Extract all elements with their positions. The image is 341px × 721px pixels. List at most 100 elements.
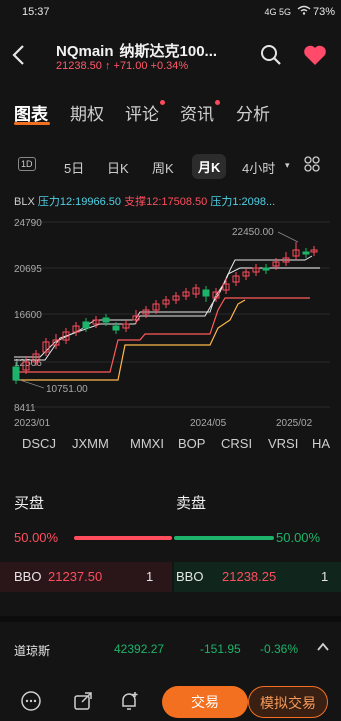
study-mmxi[interactable]: MMXI xyxy=(130,436,164,451)
bid-bbo-label: BBO xyxy=(14,569,42,584)
y-tick-label: 24790 xyxy=(14,218,42,229)
bid-price: 21237.50 xyxy=(48,569,103,584)
bell-plus-icon xyxy=(122,692,138,710)
x-tick-label: 2025/02 xyxy=(276,418,313,429)
x-tick-label: 2024/05 xyxy=(190,418,227,429)
study-crsi[interactable]: CRSI xyxy=(221,436,252,451)
buy-ratio-bar xyxy=(74,536,172,540)
support-12: 支撑12:17508.50 xyxy=(124,196,208,208)
high-annotation-leader xyxy=(277,231,299,243)
tab-comments[interactable]: 评论 xyxy=(125,100,159,125)
up-arrow-icon: ↑ xyxy=(104,60,111,72)
period-month[interactable]: 月K xyxy=(192,154,227,179)
ticker-change-pct: -0.36% xyxy=(260,642,299,656)
ask-row: BBO 21238.25 1 xyxy=(174,562,341,592)
price-change: +71.00 xyxy=(113,60,148,72)
sell-ratio-bar xyxy=(174,536,274,540)
chevron-up-icon xyxy=(317,642,329,651)
bid-qty: 1 xyxy=(146,569,154,584)
study-ha[interactable]: HA xyxy=(312,436,330,451)
status-time: 15:37 xyxy=(22,6,50,18)
more-button[interactable] xyxy=(20,690,42,717)
period-day[interactable]: 日K xyxy=(107,158,129,177)
signal-icon: 4G 5G xyxy=(264,6,291,17)
period-5d[interactable]: 5日 xyxy=(64,158,84,177)
y-tick-label: 16600 xyxy=(14,310,42,321)
candle-body xyxy=(102,317,110,323)
study-vrsi[interactable]: VRSI xyxy=(268,436,298,451)
news-dot-badge xyxy=(215,100,220,105)
resistance-1: 压力1:2098... xyxy=(210,196,276,208)
share-button[interactable] xyxy=(72,690,94,717)
price-change-pct: +0.34% xyxy=(150,60,189,72)
buy-percent: 50.00% xyxy=(14,530,59,545)
ticker-price: 42392.27 xyxy=(114,642,165,656)
ticker-name: 道琼斯 xyxy=(14,644,51,658)
order-book: 买盘 卖盘 50.00% 50.00% BBO 21237.50 1 BBO 2… xyxy=(0,492,341,602)
main-tabs: 图表 期权 评论 资讯 分析 xyxy=(0,96,341,128)
active-tab-underline xyxy=(14,122,50,125)
candle-body xyxy=(82,321,90,329)
favorite-button[interactable] xyxy=(303,44,327,71)
chevron-down-icon[interactable]: ▾ xyxy=(285,160,290,171)
more-icon xyxy=(21,691,41,711)
candles xyxy=(12,242,318,384)
trade-button[interactable]: 交易 xyxy=(162,686,248,718)
support-line-a xyxy=(14,297,310,373)
low-annotation: 10751.00 xyxy=(46,384,88,395)
heart-icon xyxy=(304,45,326,65)
bottom-nav: 交易 模拟交易 xyxy=(0,682,341,721)
section-divider xyxy=(0,616,341,622)
y-tick-label: 8411 xyxy=(14,403,36,414)
search-icon xyxy=(261,45,281,65)
symbol-name: 纳斯达克100... xyxy=(119,43,218,60)
ask-qty: 1 xyxy=(321,569,329,584)
alert-button[interactable] xyxy=(118,690,140,717)
candle-body xyxy=(262,267,270,271)
x-tick-label: 2023/01 xyxy=(14,418,51,429)
back-button[interactable] xyxy=(12,44,32,68)
high-annotation: 22450.00 xyxy=(232,227,274,238)
symbol-code: NQmain xyxy=(56,43,114,60)
period-4h[interactable]: 4小时 xyxy=(242,158,275,177)
sim-trade-button[interactable]: 模拟交易 xyxy=(248,686,328,718)
status-bar: 15:37 4G 5G 73% xyxy=(0,0,341,26)
bid-row: BBO 21237.50 1 xyxy=(0,562,172,592)
period-week[interactable]: 周K xyxy=(152,158,174,177)
expand-button[interactable] xyxy=(316,640,330,657)
resistance-12: 压力12:19966.50 xyxy=(37,196,122,208)
quote-header: NQmain 纳斯达克100... 21238.50 ↑ +71.00 +0.34… xyxy=(0,30,341,80)
indicator-name: BLX xyxy=(14,196,35,208)
buy-header: 买盘 xyxy=(14,495,45,512)
y-tick-label: 20695 xyxy=(14,264,42,275)
back-arrow-icon xyxy=(12,45,24,65)
sell-header: 卖盘 xyxy=(176,495,207,512)
candlestick-chart: 24790 20695 16600 12506 8411 2023/01 202… xyxy=(12,218,330,429)
candle-body xyxy=(12,366,20,381)
candle-body xyxy=(302,251,310,255)
page-title: NQmain 纳斯达克100... xyxy=(56,40,217,61)
price-line: 21238.50 ↑ +71.00 +0.34% xyxy=(56,60,188,72)
study-dscj[interactable]: DSCJ xyxy=(22,436,56,451)
tab-analysis[interactable]: 分析 xyxy=(236,100,270,125)
status-icons: 4G 5G xyxy=(264,5,311,18)
candle-body xyxy=(112,325,120,331)
ask-bbo-label: BBO xyxy=(176,569,204,584)
low-annotation-leader xyxy=(19,379,45,389)
grid-icon xyxy=(304,156,320,172)
search-button[interactable] xyxy=(260,44,282,71)
indicator-legend[interactable]: BLX 压力12:19966.50 支撑12:17508.50 压力1:2098… xyxy=(14,193,341,209)
study-bop[interactable]: BOP xyxy=(178,436,205,451)
wifi-icon xyxy=(297,5,311,18)
tab-options[interactable]: 期权 xyxy=(70,100,104,125)
period-selector: 1D 5日 日K 周K 月K 4小时 ▾ xyxy=(0,150,341,182)
grid-layout-button[interactable] xyxy=(304,156,320,175)
study-jxmm[interactable]: JXMM xyxy=(72,436,109,451)
tab-news[interactable]: 资讯 xyxy=(180,100,214,125)
period-1d[interactable]: 1D xyxy=(18,157,36,171)
ask-price: 21238.25 xyxy=(222,569,277,584)
price-chart[interactable]: 24790 20695 16600 12506 8411 2023/01 202… xyxy=(0,212,341,432)
sell-percent: 50.00% xyxy=(276,530,321,545)
comments-dot-badge xyxy=(160,100,165,105)
ticker-change: -151.95 xyxy=(200,642,241,656)
